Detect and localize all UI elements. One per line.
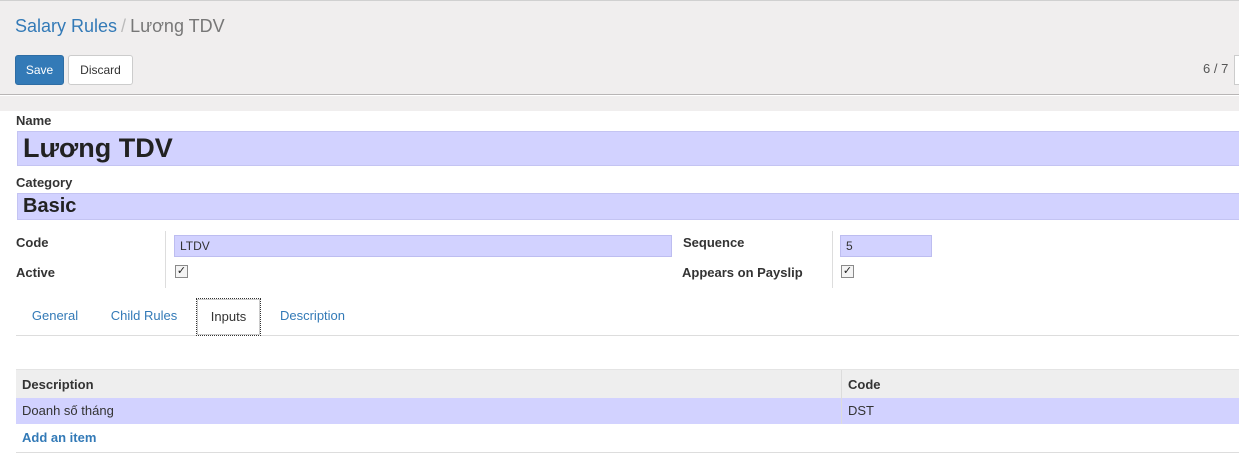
pager-previous-button[interactable] (1234, 55, 1239, 85)
breadcrumb-separator: / (121, 16, 127, 36)
group-divider-right (832, 231, 833, 288)
breadcrumb-salary-rules-link[interactable]: Salary Rules (15, 16, 117, 36)
column-header-description[interactable]: Description (22, 370, 94, 400)
save-button[interactable]: Save (15, 55, 64, 85)
tab-general[interactable]: General (20, 298, 90, 336)
breadcrumb: Salary Rules / Lương TDV (15, 15, 225, 37)
column-header-code[interactable]: Code (848, 370, 881, 400)
table-bottom-border (16, 452, 1239, 453)
pager-value: 6 / 7 (1203, 61, 1229, 76)
appears-on-payslip-label: Appears on Payslip (682, 265, 803, 280)
column-divider (841, 370, 842, 398)
sequence-field[interactable]: 5 (840, 235, 932, 257)
cell-description: Doanh số tháng (22, 403, 114, 418)
category-field[interactable]: Basic (17, 193, 1239, 220)
sheet-background (0, 96, 1239, 111)
code-label: Code (16, 235, 49, 250)
name-label: Name (16, 113, 52, 128)
tab-child-rules[interactable]: Child Rules (100, 298, 188, 336)
sequence-label: Sequence (683, 235, 745, 250)
tab-inputs[interactable]: Inputs (196, 298, 261, 336)
table-row[interactable]: Doanh số tháng DST (16, 398, 1239, 424)
active-checkbox[interactable]: ✓ (175, 265, 188, 278)
name-field[interactable]: Lương TDV (17, 131, 1239, 166)
category-label: Category (16, 175, 73, 190)
table-header: Description Code (16, 369, 1239, 398)
code-field[interactable]: LTDV (174, 235, 672, 257)
add-item-link[interactable]: Add an item (22, 430, 96, 445)
discard-button[interactable]: Discard (68, 55, 133, 85)
group-divider-left (165, 231, 166, 288)
breadcrumb-current: Lương TDV (130, 16, 225, 36)
appears-on-payslip-checkbox[interactable]: ✓ (841, 265, 854, 278)
tab-description[interactable]: Description (270, 298, 355, 336)
control-panel: Salary Rules / Lương TDV Save Discard 6 / … (0, 0, 1239, 95)
column-divider (841, 398, 842, 424)
cell-code: DST (848, 403, 874, 418)
active-label: Active (16, 265, 56, 280)
